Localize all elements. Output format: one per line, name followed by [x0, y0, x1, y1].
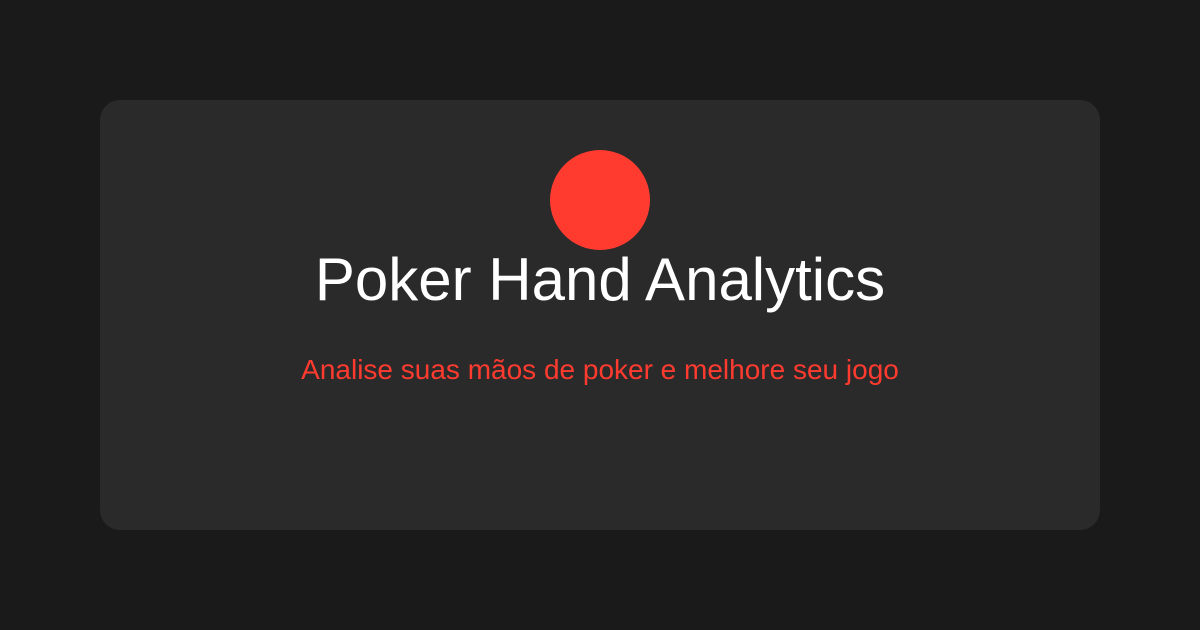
page-subtitle: Analise suas mãos de poker e melhore seu… — [301, 354, 899, 385]
social-preview-page: Poker Hand Analytics Analise suas mãos d… — [0, 0, 1200, 630]
page-title: Poker Hand Analytics — [314, 246, 886, 313]
hero-card: Poker Hand Analytics Analise suas mãos d… — [100, 100, 1100, 530]
red-circle-icon — [550, 150, 650, 250]
